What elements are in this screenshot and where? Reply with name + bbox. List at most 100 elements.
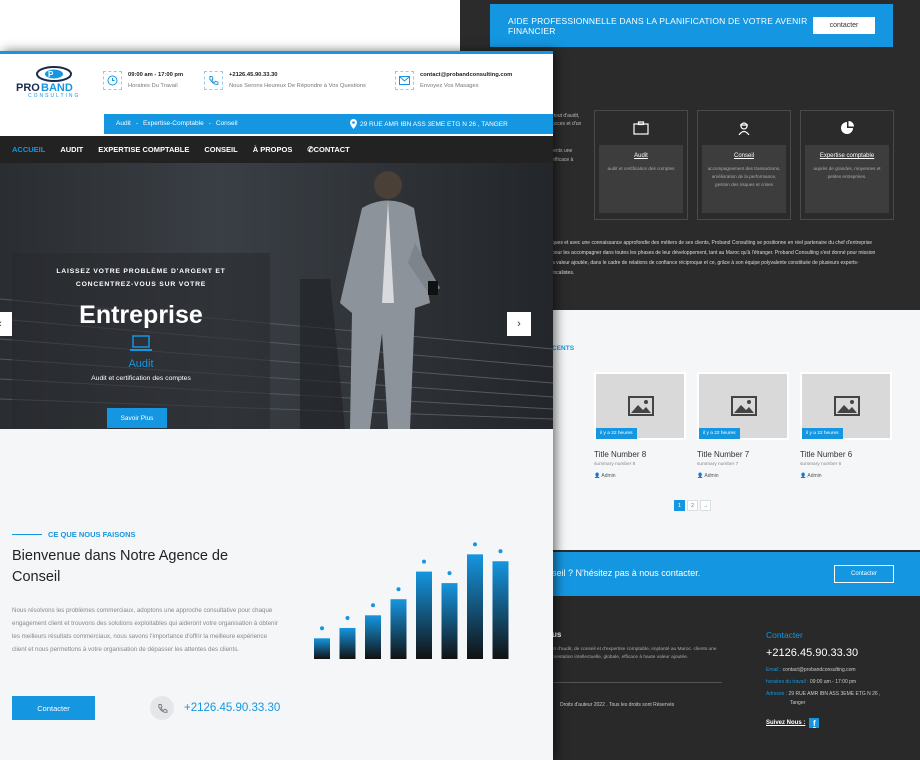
hours-label: horaires du travail : <box>766 679 809 685</box>
front-page-screenshot: P PRO BAND CONSULTING 09:00 am - 17:00 p… <box>0 51 553 760</box>
image-placeholder-icon <box>731 396 757 416</box>
cta-text: seil ? N'hésitez pas à nous contacter. <box>552 568 701 578</box>
author-name: Admin <box>601 473 616 479</box>
growth-dot <box>396 587 401 592</box>
growth-bar <box>467 554 483 659</box>
service-card-expertise[interactable]: Expertise comptable auprès de grandes, m… <box>800 110 894 220</box>
footer-address-city: Tanger <box>790 700 806 706</box>
nav-accueil[interactable]: ACCUEIL <box>12 145 45 154</box>
growth-dot <box>473 542 477 547</box>
phone-value[interactable]: +2126.45.90.33.30 <box>229 72 366 78</box>
svg-text:P: P <box>48 70 54 79</box>
separator: - <box>135 120 138 127</box>
post-title[interactable]: Title Number 7 <box>697 450 789 459</box>
post-card[interactable]: il y a 22 heures Title Number 6 summary … <box>800 372 892 479</box>
post-date-badge: il y a 22 heures <box>596 428 637 439</box>
cta-contact-button[interactable]: Contacter <box>834 565 894 583</box>
about-phone[interactable]: +2126.45.90.33.30 <box>150 696 280 720</box>
slider-next-arrow[interactable]: › <box>507 312 531 336</box>
kicker-text: CE QUE NOUS FAISONS <box>48 530 136 539</box>
post-title[interactable]: Title Number 6 <box>800 450 892 459</box>
post-card[interactable]: il y a 22 heures Title Number 7 summary … <box>697 372 789 479</box>
follow-label: Suivez Nous : <box>766 720 806 726</box>
phone-icon <box>204 71 223 90</box>
post-author: 👤 Admin <box>697 473 789 479</box>
service-title[interactable]: Audit <box>599 153 683 159</box>
growth-bar-illustration <box>314 542 509 659</box>
footer-about-title: us <box>552 630 562 639</box>
facebook-icon[interactable]: f <box>809 718 820 728</box>
page-1-button[interactable]: 1 <box>674 500 685 511</box>
footer-about-text: et d'audit, de conseil et d'expertise co… <box>552 647 717 660</box>
growth-dot <box>447 571 452 576</box>
subnav-conseil-link[interactable]: Conseil <box>216 120 238 127</box>
back-about-paragraph: ques et avec une connaissance approfondi… <box>552 238 897 278</box>
service-desc: auprès de grandes, moyennes et petites e… <box>813 166 881 179</box>
back-text-fragment: efficace à <box>552 157 574 163</box>
phone-icon <box>150 696 174 720</box>
email-value[interactable]: contact@probandconsulting.com <box>420 72 512 78</box>
post-author: 👤 Admin <box>800 473 892 479</box>
nav-expertise-comptable[interactable]: EXPERTISE COMPTABLE <box>98 145 189 154</box>
service-desc: accompagnement des transactions, amélior… <box>707 166 781 187</box>
service-card-audit[interactable]: Audit audit et certification des comptes <box>594 110 688 220</box>
slider-prev-arrow[interactable]: ‹ <box>0 312 12 336</box>
sub-navigation: Audit - Expertise-Comptable - Conseil 29… <box>104 114 553 134</box>
post-summary: summary number 7 <box>697 462 739 467</box>
address-value: 29 RUE AMR IBN ASS 3EME ETG N 26 , <box>788 691 881 697</box>
footer-hours-row: horaires du travail : 09:00 am - 17:00 p… <box>766 679 856 685</box>
footer-phone[interactable]: +2126.45.90.33.30 <box>766 647 858 659</box>
back-banner-text: AIDE PROFESSIONNELLE DANS LA PLANIFICATI… <box>508 15 808 36</box>
service-card-conseil[interactable]: Conseil accompagnement des transactions,… <box>697 110 791 220</box>
kicker-line <box>12 534 42 535</box>
proband-logo[interactable]: P PRO BAND CONSULTING <box>14 66 98 98</box>
back-contact-button[interactable]: contacter <box>813 17 875 34</box>
back-text-fragment: ients une <box>552 148 573 154</box>
contacter-button[interactable]: Contacter <box>12 696 95 720</box>
image-placeholder-icon <box>628 396 654 416</box>
subnav-expertise-link[interactable]: Expertise-Comptable <box>143 120 204 127</box>
svg-text:CONSULTING: CONSULTING <box>28 93 80 98</box>
user-icon: 👤 <box>697 473 704 479</box>
post-author: 👤 Admin <box>594 473 686 479</box>
growth-bar <box>441 583 458 659</box>
subnav-audit-link[interactable]: Audit <box>116 120 131 127</box>
separator: - <box>208 120 211 127</box>
post-image[interactable]: il y a 22 heures <box>800 372 892 440</box>
about-heading: Bienvenue dans Notre Agence de Conseil <box>12 548 229 585</box>
nav-conseil[interactable]: CONSEIL <box>204 145 237 154</box>
nav-audit[interactable]: AUDIT <box>60 145 83 154</box>
post-image[interactable]: il y a 22 heures <box>594 372 686 440</box>
post-card[interactable]: il y a 22 heures Title Number 8 summary … <box>594 372 686 479</box>
growth-bar <box>314 638 330 659</box>
location-pin-icon <box>350 119 357 129</box>
about-text: Nous résolvons les problèmes commerciaux… <box>12 607 278 653</box>
growth-bar <box>365 615 381 659</box>
service-title[interactable]: Expertise comptable <box>805 153 889 159</box>
hours-value: 09:00 am - 17:00 pm <box>128 72 184 78</box>
post-summary: summary number 8 <box>594 462 636 467</box>
savoir-plus-button[interactable]: Savoir Plus <box>107 408 167 428</box>
hours-label: Horaires Du Travail <box>128 83 178 89</box>
page-2-button[interactable]: 2 <box>687 500 698 511</box>
address-text: 29 RUE AMR IBN ASS 3EME ETG N 26 , TANGE… <box>360 120 508 128</box>
growth-dot <box>371 603 375 608</box>
post-image[interactable]: il y a 22 heures <box>697 372 789 440</box>
nav-contact[interactable]: ✆CONTACT <box>307 145 349 154</box>
briefcase-icon <box>633 121 649 135</box>
growth-bar <box>390 599 407 659</box>
user-icon: 👤 <box>800 473 807 479</box>
about-phone-number[interactable]: +2126.45.90.33.30 <box>184 702 280 714</box>
footer-contact-title: Contacter <box>766 630 803 640</box>
back-top-banner: AIDE PROFESSIONNELLE DANS LA PLANIFICATI… <box>490 4 893 47</box>
next-page-button[interactable]: → <box>700 500 711 511</box>
businessman-figure <box>340 171 440 429</box>
back-text-fragment: rtout d'audit, <box>552 113 580 119</box>
service-title[interactable]: Conseil <box>702 153 786 159</box>
email-link[interactable]: contact@probandconsulting.com <box>783 667 856 673</box>
growth-dot <box>498 549 503 554</box>
main-navigation: ACCUEIL AUDIT EXPERTISE COMPTABLE CONSEI… <box>0 136 553 163</box>
post-title[interactable]: Title Number 8 <box>594 450 686 459</box>
nav-a-propos[interactable]: À PROPOS <box>253 145 293 154</box>
phone-label: Nous Serons Heureux De Répondre à Vos Qu… <box>229 83 366 89</box>
